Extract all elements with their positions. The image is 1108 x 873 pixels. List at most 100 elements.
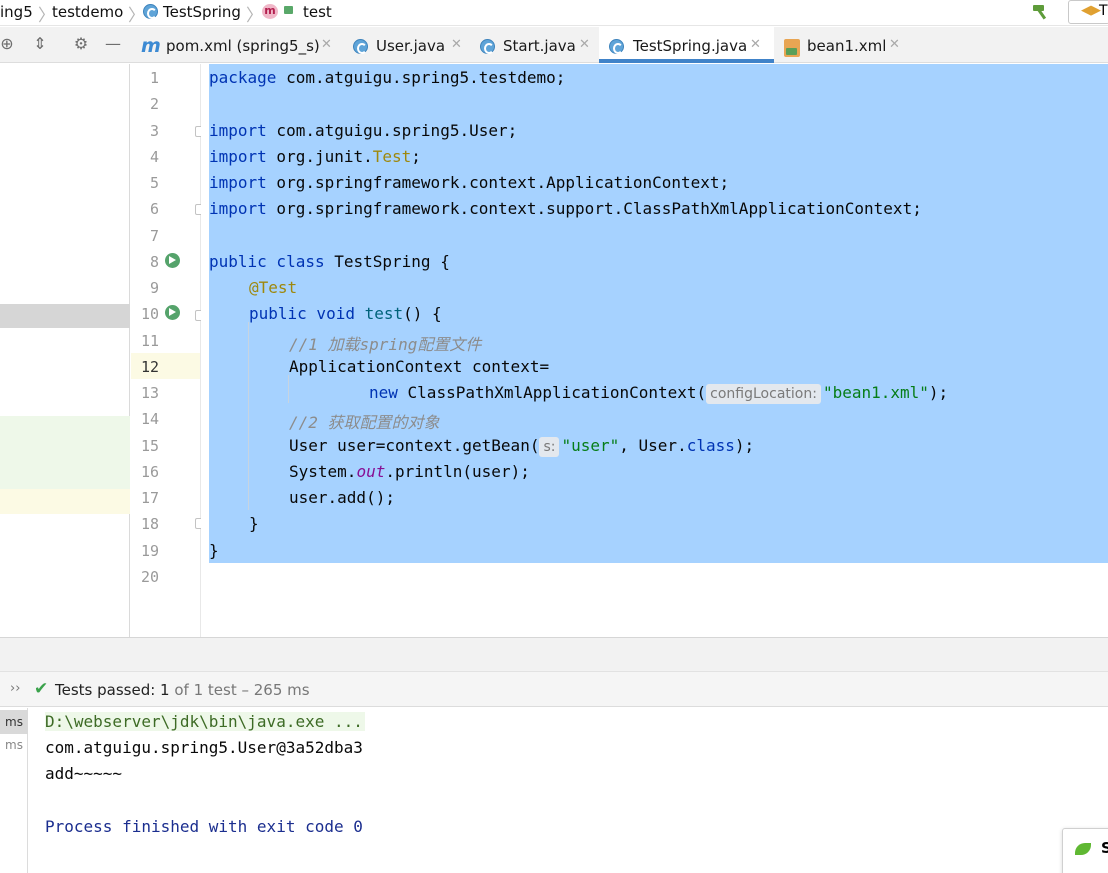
tree-row-selected[interactable] bbox=[0, 304, 130, 328]
code-text: org.springframework.context.ApplicationC… bbox=[266, 173, 730, 192]
breadcrumb-item-method[interactable]: test bbox=[303, 3, 332, 21]
keyword: package bbox=[209, 68, 277, 87]
line-number: 17 bbox=[140, 489, 159, 507]
code-line: ApplicationContext context= bbox=[209, 357, 549, 376]
code-line: System.out.println(user); bbox=[209, 462, 530, 481]
line-number: 20 bbox=[140, 568, 159, 586]
close-icon[interactable]: ✕ bbox=[750, 37, 761, 52]
test-results-tree[interactable]: ms ms bbox=[0, 708, 28, 873]
code-text: } bbox=[249, 514, 259, 533]
line-number: 15 bbox=[140, 437, 159, 455]
line-number: 11 bbox=[140, 332, 159, 350]
code-line: user.add(); bbox=[209, 488, 395, 507]
line-number: 7 bbox=[149, 227, 159, 245]
console-line: com.atguigu.spring5.User@3a52dba3 bbox=[45, 738, 363, 757]
keyword: new bbox=[369, 383, 398, 402]
chevron-right-icon: 〉 bbox=[246, 6, 263, 26]
run-config-label: T bbox=[1099, 3, 1108, 19]
line-number: 1 bbox=[149, 69, 159, 87]
minimize-icon[interactable]: — bbox=[104, 35, 122, 53]
maven-icon: m bbox=[141, 35, 161, 57]
class-icon bbox=[480, 39, 495, 54]
code-text: } bbox=[209, 541, 219, 560]
project-tree[interactable] bbox=[0, 64, 130, 637]
tab-label: Start.java bbox=[503, 37, 576, 55]
code-line: new ClassPathXmlApplicationContext(confi… bbox=[209, 383, 948, 404]
method-icon: m bbox=[262, 4, 278, 19]
parameter-hint: configLocation: bbox=[706, 384, 821, 404]
line-number: 18 bbox=[140, 515, 159, 533]
build-hammer-icon[interactable] bbox=[1030, 3, 1052, 21]
spring-notification[interactable]: S bbox=[1062, 828, 1108, 873]
method-name: test bbox=[354, 304, 404, 323]
line-number: 19 bbox=[140, 542, 159, 560]
crosshair-icon[interactable]: ⊕ bbox=[0, 35, 16, 53]
close-icon[interactable]: ✕ bbox=[321, 37, 332, 52]
keyword: public void bbox=[249, 304, 355, 323]
collapse-icon[interactable]: ⇕ bbox=[31, 35, 49, 53]
close-icon[interactable]: ✕ bbox=[889, 37, 900, 52]
line-number-current: 12 bbox=[140, 358, 159, 376]
tab-user-java[interactable]: User.java ✕ bbox=[341, 27, 466, 63]
keyword: import bbox=[209, 173, 267, 192]
string-literal: "user" bbox=[561, 436, 620, 455]
parameter-hint: s: bbox=[539, 437, 560, 457]
tab-testspring-java[interactable]: TestSpring.java ✕ bbox=[599, 27, 774, 63]
spring-leaf-icon bbox=[1075, 843, 1091, 855]
xml-icon bbox=[784, 39, 800, 57]
test-tree-row[interactable]: ms bbox=[0, 710, 28, 734]
close-icon[interactable]: ✕ bbox=[451, 37, 462, 52]
code-text: com.atguigu.spring5.testdemo; bbox=[276, 68, 566, 87]
tab-label: User.java bbox=[376, 37, 446, 55]
line-number: 2 bbox=[149, 95, 159, 113]
line-number: 10 bbox=[140, 305, 159, 323]
run-test-icon[interactable] bbox=[165, 305, 180, 320]
annotation-text: Test bbox=[372, 147, 412, 166]
line-number: 5 bbox=[149, 174, 159, 192]
line-number: 8 bbox=[149, 253, 159, 271]
keyword: class bbox=[686, 436, 735, 455]
comment-text: //2 获取配置的对象 bbox=[289, 413, 440, 432]
breadcrumb-item-package[interactable]: testdemo bbox=[52, 3, 123, 21]
breadcrumb-item-class[interactable]: TestSpring bbox=[163, 3, 241, 21]
code-text: user.add(); bbox=[289, 488, 395, 507]
panel-splitter[interactable] bbox=[0, 637, 1108, 672]
code-line: //2 获取配置的对象 bbox=[209, 409, 440, 433]
expand-chevron-icon[interactable]: ›› bbox=[10, 681, 20, 696]
line-number: 9 bbox=[149, 279, 159, 297]
code-line: public void test() { bbox=[209, 304, 442, 323]
line-number: 14 bbox=[140, 410, 159, 428]
status-suffix: of 1 test – 265 ms bbox=[169, 681, 310, 699]
editor-tabs: m pom.xml (spring5_s) ✕ User.java ✕ Star… bbox=[131, 27, 1108, 63]
code-line: import com.atguigu.spring5.User; bbox=[209, 121, 517, 140]
status-prefix: Tests passed: bbox=[55, 681, 161, 699]
tab-pom-xml[interactable]: m pom.xml (spring5_s) ✕ bbox=[131, 27, 341, 63]
close-icon[interactable]: ✕ bbox=[579, 37, 590, 52]
code-text: ClassPathXmlApplicationContext( bbox=[397, 383, 707, 402]
run-class-icon[interactable] bbox=[165, 253, 180, 268]
code-line: } bbox=[209, 514, 259, 533]
code-text: User user=context.getBean( bbox=[289, 436, 540, 455]
line-number: 3 bbox=[149, 122, 159, 140]
tab-start-java[interactable]: Start.java ✕ bbox=[466, 27, 596, 63]
code-line: import org.junit.Test; bbox=[209, 147, 421, 166]
code-line: } bbox=[209, 541, 219, 560]
tree-row-highlight bbox=[0, 416, 130, 489]
breadcrumb-item-module[interactable]: ing5 bbox=[0, 3, 33, 21]
test-status-text: Tests passed: 1 of 1 test – 265 ms bbox=[55, 681, 310, 699]
run-configuration-selector[interactable]: ◀▶ T bbox=[1068, 0, 1108, 24]
keyword: import bbox=[209, 199, 267, 218]
console-output[interactable] bbox=[29, 708, 1108, 873]
annotation-text: @Test bbox=[249, 278, 298, 297]
tab-bean1-xml[interactable]: bean1.xml ✕ bbox=[774, 27, 914, 63]
class-icon bbox=[143, 4, 158, 19]
static-field: out bbox=[356, 462, 386, 481]
lock-icon bbox=[284, 6, 293, 14]
line-number: 13 bbox=[140, 384, 159, 402]
test-tree-row[interactable]: ms bbox=[0, 738, 28, 758]
keyword: import bbox=[209, 147, 267, 166]
test-status-bar: ›› ✔ Tests passed: 1 of 1 test – 265 ms bbox=[0, 672, 1108, 707]
class-icon bbox=[609, 39, 624, 54]
gear-icon[interactable]: ⚙ bbox=[72, 35, 90, 53]
console-line-command[interactable]: D:\webserver\jdk\bin\java.exe ... bbox=[45, 712, 365, 731]
